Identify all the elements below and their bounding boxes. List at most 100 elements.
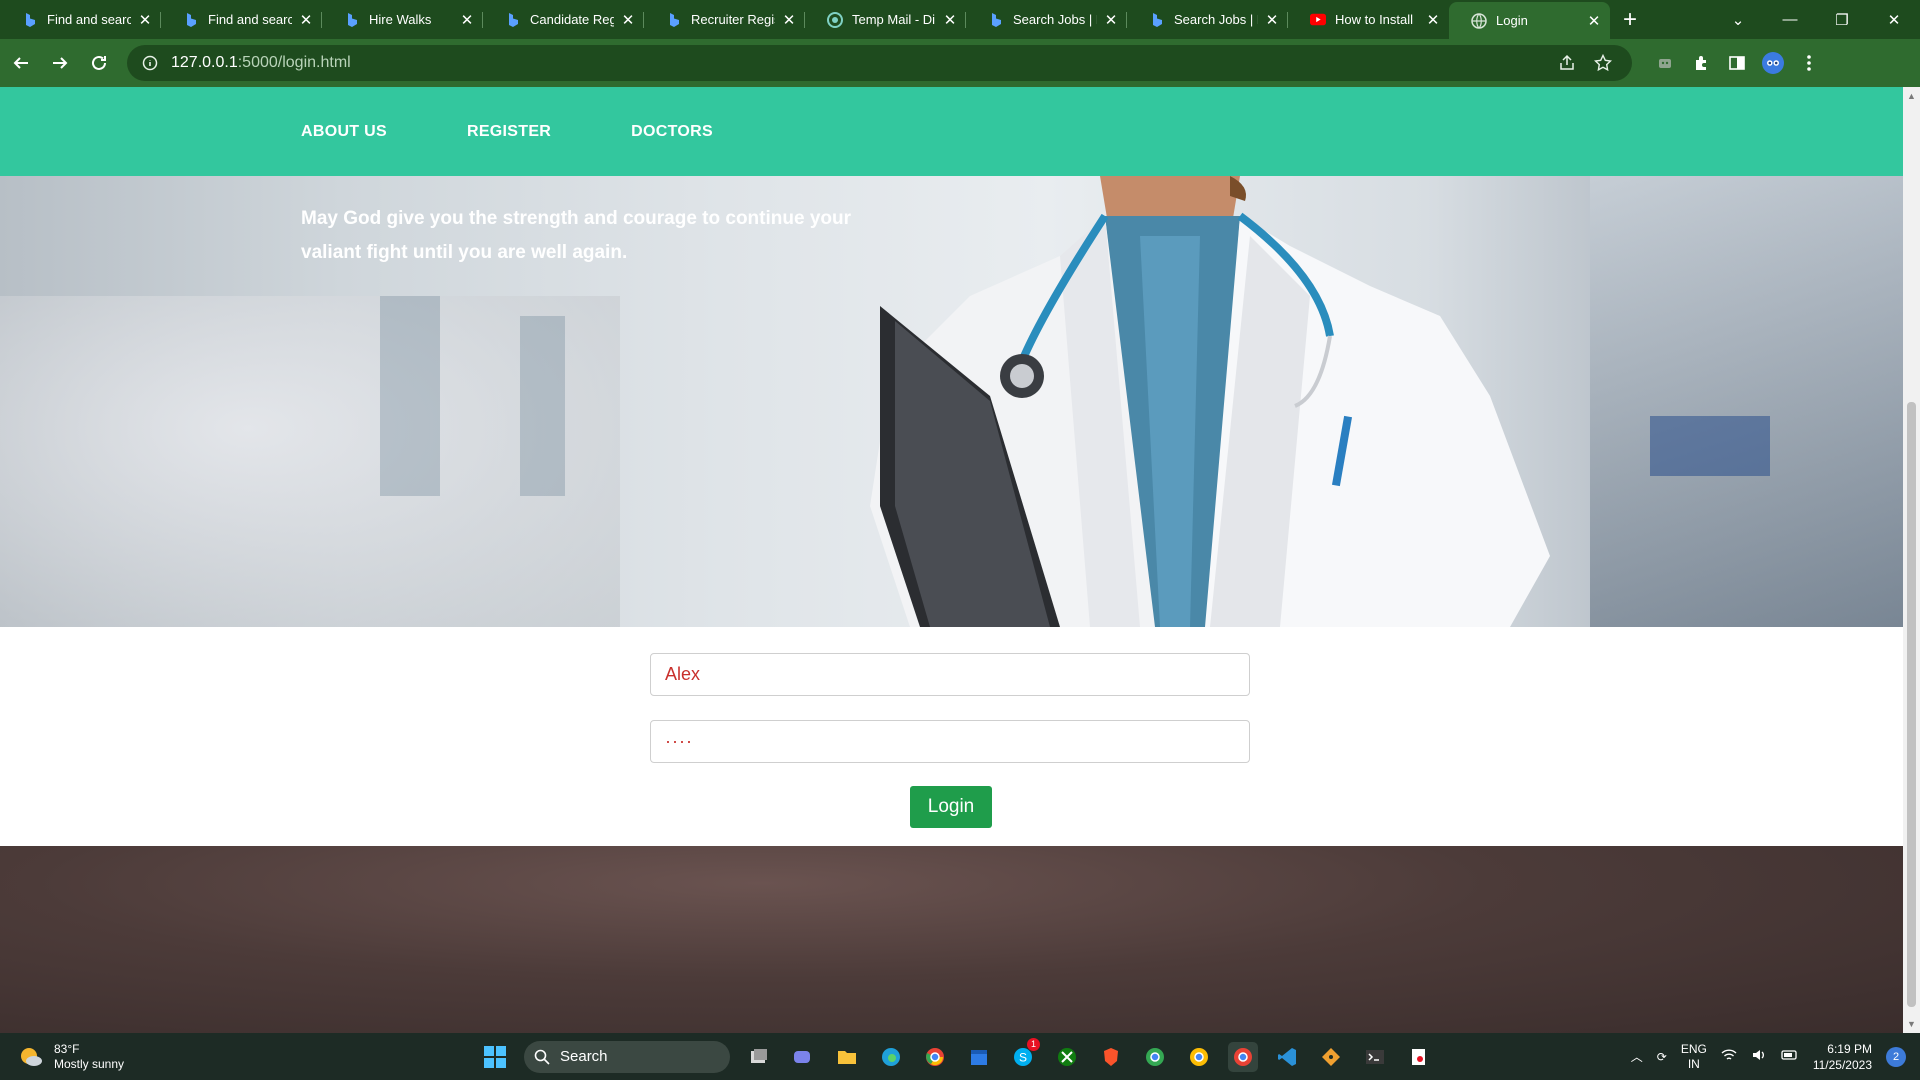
notification-badge[interactable]: 2 <box>1886 1046 1906 1067</box>
bookmark-star-icon[interactable] <box>1592 52 1614 74</box>
close-window-icon[interactable]: ✕ <box>1868 11 1920 29</box>
hero-background-shelf <box>520 316 565 496</box>
close-icon[interactable]: ✕ <box>1264 12 1280 29</box>
edge-browser-icon[interactable] <box>876 1042 906 1072</box>
tab-title: Find and searc <box>47 12 131 27</box>
extensions-puzzle-icon[interactable] <box>1690 52 1712 74</box>
site-info-icon[interactable] <box>139 52 161 74</box>
volume-icon[interactable] <box>1751 1048 1767 1065</box>
close-icon[interactable]: ✕ <box>1586 13 1602 30</box>
tab-title: Search Jobs | L <box>1174 12 1258 27</box>
chrome-icon[interactable] <box>920 1042 950 1072</box>
taskbar-apps: Search S1 <box>480 1033 1434 1080</box>
tab-search-chevron-icon[interactable]: ⌄ <box>1712 11 1764 29</box>
git-icon[interactable] <box>1316 1042 1346 1072</box>
clock[interactable]: 6:19 PM 11/25/2023 <box>1813 1041 1872 1073</box>
tab-title: Login <box>1496 13 1528 28</box>
bing-logo-icon <box>666 12 682 28</box>
more-menu-icon[interactable] <box>1798 52 1820 74</box>
xbox-icon[interactable] <box>1052 1042 1082 1072</box>
close-icon[interactable]: ✕ <box>298 12 314 29</box>
back-button[interactable] <box>3 45 39 81</box>
tab-login[interactable]: Login ✕ <box>1449 2 1610 39</box>
scroll-up-arrow-icon[interactable]: ▲ <box>1907 91 1916 101</box>
tab-hire-walks[interactable]: Hire Walks ✕ <box>322 0 483 39</box>
close-icon[interactable]: ✕ <box>620 12 636 29</box>
extension-robot-icon[interactable] <box>1654 52 1676 74</box>
window-controls: ⌄ — ❐ ✕ <box>1712 0 1920 39</box>
snipping-tool-icon[interactable] <box>1404 1042 1434 1072</box>
tab-search-jobs-2[interactable]: Search Jobs | L ✕ <box>1127 0 1288 39</box>
tab-title: Temp Mail - Di <box>852 12 936 27</box>
close-icon[interactable]: ✕ <box>459 12 475 29</box>
scrollbar-thumb[interactable] <box>1907 402 1916 1007</box>
forward-button[interactable] <box>42 45 78 81</box>
login-button[interactable]: Login <box>910 786 992 828</box>
tab-title: Find and searc <box>208 12 292 27</box>
skype-badge: 1 <box>1027 1037 1040 1051</box>
page-scrollbar[interactable]: ▲ ▼ <box>1903 87 1920 1033</box>
close-icon[interactable]: ✕ <box>137 12 153 29</box>
sunny-weather-icon <box>21 1047 42 1066</box>
terminal-icon[interactable] <box>1360 1042 1390 1072</box>
file-explorer-icon[interactable] <box>832 1042 862 1072</box>
weather-widget[interactable]: 83°F Mostly sunny <box>18 1042 218 1072</box>
youtube-icon <box>1310 12 1326 28</box>
tab-candidate-registration[interactable]: Candidate Reg ✕ <box>483 0 644 39</box>
restore-icon[interactable]: ❐ <box>1816 11 1868 29</box>
language-code: ENG <box>1680 1041 1707 1056</box>
tab-find-and-search-1[interactable]: Find and searc ✕ <box>0 0 161 39</box>
brave-icon[interactable] <box>1096 1042 1126 1072</box>
teams-chat-icon[interactable] <box>788 1042 818 1072</box>
wifi-icon[interactable] <box>1721 1048 1737 1065</box>
minimize-icon[interactable]: — <box>1764 11 1816 28</box>
bing-logo-icon <box>22 12 38 28</box>
windows-start-icon[interactable] <box>480 1042 510 1072</box>
weather-description: Mostly sunny <box>54 1056 125 1071</box>
vscode-icon[interactable] <box>1272 1042 1302 1072</box>
tab-how-to-install[interactable]: How to Install ✕ <box>1288 0 1449 39</box>
nav-about-us-link[interactable]: ABOUT US <box>301 123 387 141</box>
battery-icon[interactable] <box>1781 1049 1799 1064</box>
profile-avatar-icon[interactable] <box>1762 52 1784 74</box>
url-path: :5000/login.html <box>237 54 351 71</box>
page-viewport: ABOUT US REGISTER DOCTORS May God give y… <box>0 87 1903 1033</box>
task-view-icon[interactable] <box>744 1042 774 1072</box>
address-bar[interactable]: 127.0.0.1:5000/login.html <box>127 45 1632 81</box>
scroll-down-arrow-icon[interactable]: ▼ <box>1907 1019 1916 1029</box>
tab-recruiter-registration[interactable]: Recruiter Regis ✕ <box>644 0 805 39</box>
footer-background-image <box>0 846 1903 1033</box>
new-tab-button[interactable]: + <box>1610 0 1650 39</box>
tab-title: Recruiter Regis <box>691 12 775 27</box>
reload-button[interactable] <box>81 45 117 81</box>
side-panel-icon[interactable] <box>1726 52 1748 74</box>
skype-icon[interactable]: S1 <box>1008 1037 1040 1072</box>
username-input[interactable]: Alex <box>650 653 1250 696</box>
nav-doctors-link[interactable]: DOCTORS <box>631 123 713 141</box>
close-icon[interactable]: ✕ <box>1103 12 1119 29</box>
chrome-profile-1-icon[interactable] <box>1140 1042 1170 1072</box>
bing-logo-icon <box>988 12 1004 28</box>
tab-temp-mail[interactable]: Temp Mail - Di ✕ <box>805 0 966 39</box>
sync-icon[interactable]: ⟳ <box>1657 1050 1667 1064</box>
region-code: IN <box>1687 1056 1700 1071</box>
password-input[interactable]: ···· <box>650 720 1250 763</box>
language-indicator[interactable]: ENG IN <box>1681 1042 1707 1072</box>
tab-search-jobs-1[interactable]: Search Jobs | L ✕ <box>966 0 1127 39</box>
taskbar-search-box[interactable]: Search <box>524 1040 730 1073</box>
clock-time: 6:19 PM <box>1827 1041 1872 1056</box>
tab-title: Hire Walks <box>369 12 432 27</box>
tray-overflow-chevron-icon[interactable]: ︿ <box>1631 1048 1643 1065</box>
tab-title: Candidate Reg <box>530 12 614 27</box>
nav-register-link[interactable]: REGISTER <box>467 123 551 141</box>
chrome-profile-2-icon[interactable] <box>1184 1042 1214 1072</box>
calendar-icon[interactable] <box>964 1042 994 1072</box>
chrome-profile-3-icon[interactable] <box>1228 1041 1258 1072</box>
tab-find-and-search-2[interactable]: Find and searc ✕ <box>161 0 322 39</box>
close-icon[interactable]: ✕ <box>1425 12 1441 29</box>
close-icon[interactable]: ✕ <box>781 12 797 29</box>
tab-title: Search Jobs | L <box>1013 12 1097 27</box>
close-icon[interactable]: ✕ <box>942 12 958 29</box>
temp-mail-icon <box>827 11 843 28</box>
share-icon[interactable] <box>1556 52 1578 74</box>
